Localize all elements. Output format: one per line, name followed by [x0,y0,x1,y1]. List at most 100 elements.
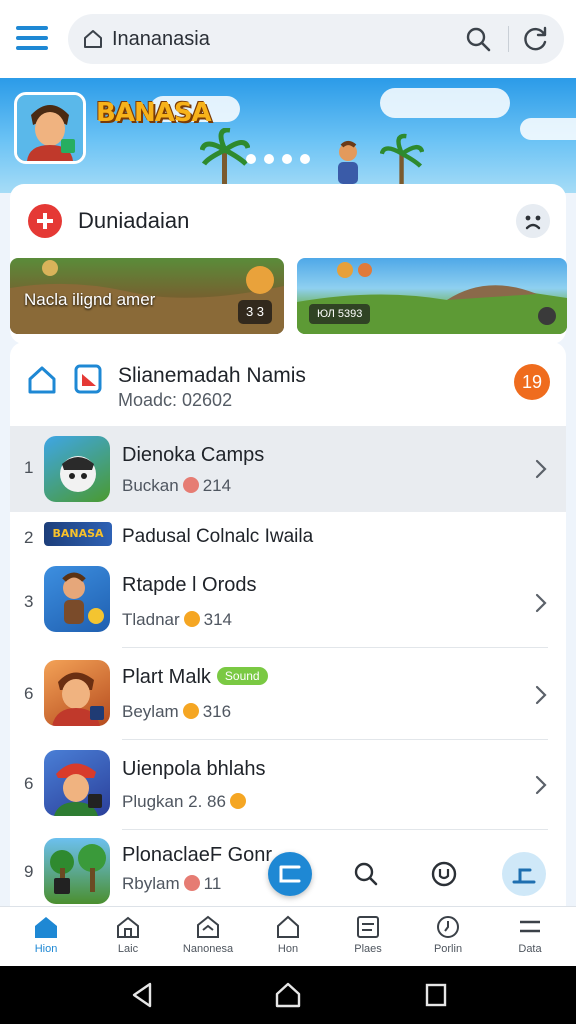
game-meta-label: Plugkan 2. 86 [122,792,226,811]
home-icon [84,30,102,48]
quick-search-button[interactable] [344,852,388,896]
coin-icon [183,875,200,891]
hamburger-menu-button[interactable] [16,24,50,52]
promo-banner-1[interactable]: Nacla ilignd amer 3 3 [10,258,284,334]
game-icon[interactable] [44,750,110,816]
nav-tab-home[interactable]: Hion [10,913,82,965]
coin-icon [229,793,246,809]
menu-icon [520,920,540,933]
hero-game-logo[interactable]: BANASA [96,98,212,128]
game-icon[interactable] [44,838,110,904]
recents-icon[interactable] [424,980,448,1010]
search-query-text[interactable]: Inananasia [112,28,210,51]
game-title: PlonaclaeF Gonr [122,844,273,866]
clock-icon [437,916,459,938]
nav-label: Plaes [354,943,382,955]
nav-label: Laic [117,943,139,955]
top-bar: Inananasia [0,0,576,78]
carousel-dot[interactable] [282,154,292,164]
chart-step-icon [512,868,536,884]
refresh-icon[interactable] [522,25,550,53]
carousel-dots[interactable] [246,154,310,164]
carousel-dot[interactable] [246,154,256,164]
system-navigation-bar [0,966,576,1024]
house-icon [277,915,299,938]
game-meta-label: Buckan [122,476,179,495]
new-tag-badge: Sound [216,667,268,685]
chevron-right-icon[interactable] [534,592,548,614]
list-item[interactable]: 6 Plart Malk Sound Beylam 316 [10,650,566,740]
nav-tab-store[interactable]: Nanonesa [172,913,244,965]
home-icon [35,917,57,938]
game-meta: Tladnar 314 [122,610,232,630]
chevron-right-icon[interactable] [534,458,548,480]
ranking-list-header: Slianemadah Namis Moadc: 02602 19 [10,342,566,422]
game-meta-value: 316 [202,702,232,721]
nav-label: Data [518,943,542,955]
game-icon[interactable] [44,436,110,502]
rank-number: 3 [24,592,34,611]
chevron-right-icon[interactable] [534,774,548,796]
nav-label: Hon [277,943,299,955]
promo-banner-2[interactable]: ЮЛ 5393 [297,258,567,334]
nav-label: Hion [34,943,58,955]
plus-app-icon[interactable] [28,204,62,238]
ranking-list-card: Slianemadah Namis Moadc: 02602 19 1 Dien… [10,342,566,908]
cloud-decoration [520,118,576,140]
coin-icon [183,611,200,627]
promo-label: Nacla ilignd amer [24,290,156,309]
list-item[interactable]: 2 BANASA Padusal Colnalc Iwaila [10,518,566,556]
featured-card-title: Duniadaian [78,208,190,233]
game-meta-value: 214 [202,476,232,495]
sad-face-icon[interactable] [516,204,550,238]
rank-number: 9 [24,862,34,881]
back-icon[interactable] [128,980,156,1010]
game-banner-icon[interactable]: BANASA [44,522,112,546]
game-meta-value: 11 [203,874,222,893]
home-button-icon[interactable] [274,980,302,1010]
game-title: Dienoka Camps [122,444,265,466]
ranking-list-subtitle: Moadc: 02602 [118,390,233,410]
game-title: Plart Malk Sound [122,666,268,689]
power-icon [431,861,457,887]
game-meta: Rbylam 11 [122,874,221,894]
list-item[interactable]: 3 Rtapde l Orods Tladnar 314 [10,560,566,648]
game-meta-label: Beylam [122,702,179,721]
rank-number: 2 [24,528,34,547]
quick-power-button[interactable] [422,852,466,896]
quick-action-button[interactable] [268,852,312,896]
hero-character-figure [338,141,358,184]
store-icon [197,915,219,938]
nav-tab-porlin[interactable]: Porlin [412,913,484,965]
ranking-count-badge: 19 [514,364,550,400]
cloud-decoration [380,88,510,118]
hero-banner[interactable]: BANASA [0,78,576,193]
chevron-right-icon[interactable] [534,684,548,706]
game-title: Uienpola bhlahs [122,758,266,780]
quick-chart-button[interactable] [502,852,546,896]
flag-icon[interactable] [74,364,102,394]
list-item[interactable]: 1 Dienoka Camps Buckan 214 [10,426,566,512]
game-meta: Plugkan 2. 86 [122,792,250,812]
nav-tab-hon[interactable]: Hon [252,913,324,965]
nav-tab-laic[interactable]: Laic [92,913,164,965]
nav-tab-plaes[interactable]: Plaes [332,913,404,965]
list-item[interactable]: 6 Uienpola bhlahs Plugkan 2. 86 [10,740,566,830]
nav-tab-data[interactable]: Data [494,913,566,965]
carousel-dot[interactable] [300,154,310,164]
game-icon[interactable] [44,566,110,632]
search-icon[interactable] [464,25,492,53]
promo-badge: 3 3 [238,300,272,324]
game-icon[interactable] [44,660,110,726]
search-bar[interactable]: Inananasia [68,14,564,64]
game-meta: Beylam 316 [122,702,231,722]
hero-character-avatar[interactable] [14,92,86,164]
carousel-dot[interactable] [264,154,274,164]
list-icon [357,916,379,938]
game-meta-label: Tladnar [122,610,180,629]
rank-number: 1 [24,458,34,477]
featured-card: Duniadaian Nacla ilignd amer 3 3 ЮЛ 5393 [10,184,567,344]
promo-tag: ЮЛ 5393 [309,304,371,324]
coin-icon [182,477,199,493]
home-icon[interactable] [26,364,58,396]
